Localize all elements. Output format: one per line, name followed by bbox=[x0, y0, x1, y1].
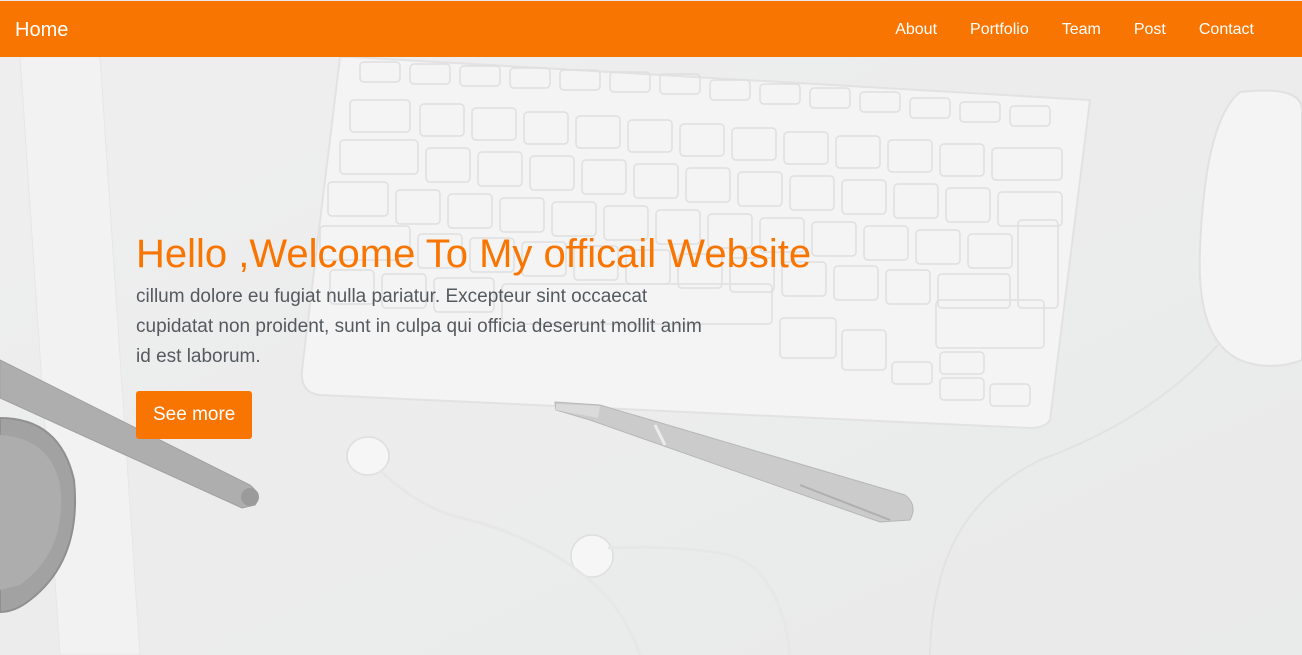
hero-description: cillum dolore eu fugiat nulla pariatur. … bbox=[136, 286, 702, 367]
nav-link-about[interactable]: About bbox=[895, 20, 937, 40]
nav-link-portfolio[interactable]: Portfolio bbox=[970, 20, 1029, 40]
nav-link-post[interactable]: Post bbox=[1134, 20, 1166, 40]
nav-link-team[interactable]: Team bbox=[1062, 20, 1101, 40]
hero-section: Hello ,Welcome To My officail Website ci… bbox=[136, 230, 811, 439]
nav-link-contact[interactable]: Contact bbox=[1199, 20, 1254, 40]
nav-links: About Portfolio Team Post Contact bbox=[862, 20, 1254, 40]
navbar: Home About Portfolio Team Post Contact bbox=[0, 0, 1302, 57]
hero-title: Hello ,Welcome To My officail Website bbox=[136, 232, 812, 276]
home-link[interactable]: Home bbox=[15, 19, 68, 41]
see-more-button[interactable]: See more bbox=[136, 391, 253, 439]
page: Home About Portfolio Team Post Contact H… bbox=[0, 0, 1302, 655]
